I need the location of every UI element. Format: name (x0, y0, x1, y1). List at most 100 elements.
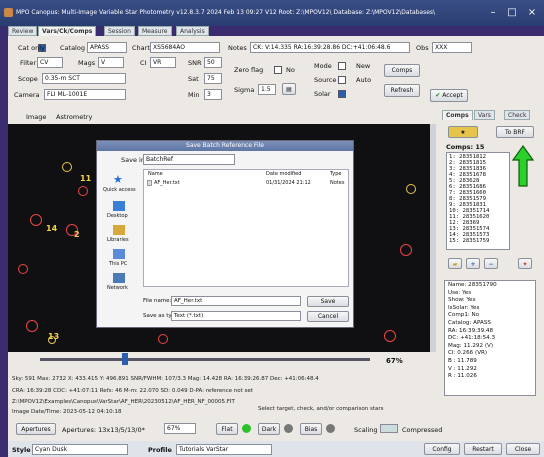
side-tab-check[interactable]: Check (504, 110, 531, 120)
sigma-apply-button[interactable]: ▤ (282, 83, 296, 95)
mags-select[interactable]: V (98, 57, 124, 68)
tab-measure[interactable]: Measure (138, 26, 172, 36)
camera-select[interactable]: FLI ML-1001E (44, 89, 126, 100)
libraries-icon[interactable] (113, 225, 125, 235)
star-marker[interactable] (62, 162, 72, 172)
scaling-toggle[interactable] (380, 424, 398, 433)
dark-button[interactable]: Dark (258, 423, 280, 435)
arrow-up-icon (511, 144, 535, 188)
info-line: Name: 28351790 (448, 282, 497, 288)
savetype-select[interactable]: Text (*.txt) (171, 311, 301, 321)
list-item[interactable]: 15: 28351759 (449, 238, 507, 244)
file-row-type[interactable]: Notes (330, 180, 344, 186)
col-name-header[interactable]: Name (148, 171, 163, 177)
maximize-button[interactable]: □ (505, 7, 519, 19)
save-in-select[interactable]: BatchRef (143, 154, 235, 165)
place-libraries[interactable]: Libraries (107, 237, 129, 243)
min-field[interactable]: 3 (204, 89, 222, 100)
star-marker[interactable] (18, 264, 28, 274)
comps-add-button[interactable]: ★ (448, 126, 478, 138)
flat-button-label: Flat (221, 426, 233, 433)
network-icon[interactable] (113, 273, 125, 283)
side-tab-vars[interactable]: Vars (474, 110, 495, 120)
refresh-button[interactable]: Refresh (384, 84, 420, 97)
tab-vars-ck-comps[interactable]: Vars/Ck/Comps (38, 26, 97, 36)
info-line: Catalog: APASS (448, 319, 491, 326)
accept-button[interactable]: ✔ Accept (430, 89, 468, 102)
col-type-header[interactable]: Type (330, 171, 341, 177)
file-list[interactable]: Name Date modified Type AF_Her.txt 01/31… (143, 169, 349, 287)
source-label: Source (314, 76, 337, 84)
zero-flag-label: Zero flag (234, 66, 264, 74)
comps-extra-button[interactable]: ✦ (518, 258, 532, 269)
comps-minus-button[interactable]: − (484, 258, 498, 269)
bias-button-label: Bias (304, 426, 318, 433)
zoom-slider-track[interactable] (40, 358, 370, 361)
star-marker[interactable] (26, 320, 38, 332)
comps-folder-button[interactable]: ▰ (448, 258, 462, 269)
dialog-save-button[interactable]: Save (307, 296, 349, 307)
desktop-icon[interactable] (113, 201, 125, 211)
subtab-astrometry[interactable]: Astrometry (56, 113, 92, 121)
status-line-1: Sky: 591 Max: 2732 X: 433.415 Y: 496.891… (12, 376, 319, 382)
cat-only-label: Cat only (18, 44, 45, 52)
apertures-button[interactable]: Apertures (16, 423, 56, 435)
this-pc-icon[interactable] (113, 249, 125, 259)
source-checkbox[interactable] (338, 76, 346, 84)
zoom-select[interactable]: 67% (164, 423, 196, 434)
tab-review[interactable]: Review (8, 26, 38, 36)
ci-label: CI (140, 59, 147, 67)
chart-field[interactable]: XS5684AO (150, 42, 220, 53)
notes-field[interactable]: CK: V:14.335 RA:16:39:28.86 DC:+41:06:48… (250, 42, 410, 53)
place-network[interactable]: Network (107, 285, 128, 291)
star-marker[interactable] (384, 330, 396, 342)
star-marker[interactable] (400, 244, 412, 256)
solar-checkbox[interactable] (338, 90, 346, 98)
ci-select[interactable]: VR (150, 57, 176, 68)
place-quick-access[interactable]: Quick access (103, 187, 136, 193)
profile-select[interactable]: Tutorials VarStar (176, 444, 272, 455)
file-icon (147, 180, 152, 186)
bias-button[interactable]: Bias (300, 423, 322, 435)
place-desktop[interactable]: Desktop (107, 213, 128, 219)
folder-icon: ▤ (286, 86, 292, 93)
snr-field[interactable]: 50 (204, 57, 222, 68)
star-marker[interactable] (406, 184, 416, 194)
col-date-header[interactable]: Date modified (266, 171, 301, 177)
place-this-pc[interactable]: This PC (109, 261, 127, 267)
title-bar: MPO Canopus: Multi-Image Variable Star P… (0, 0, 544, 26)
subtab-image[interactable]: Image (26, 113, 46, 121)
star-marker[interactable] (30, 214, 42, 226)
app-icon (4, 8, 13, 17)
mode-checkbox[interactable] (338, 62, 346, 70)
zoom-slider-thumb[interactable] (122, 353, 128, 365)
solar-label: Solar (314, 90, 331, 98)
comps-button[interactable]: Comps (384, 64, 420, 77)
star-marker[interactable] (158, 334, 168, 344)
sigma-field[interactable]: 1.5 (258, 84, 276, 95)
minimize-button[interactable]: – (486, 7, 500, 19)
comps-list[interactable]: 1: 28351812 2: 28351815 3: 28351836 4: 2… (446, 152, 510, 250)
sat-field[interactable]: 75 (204, 73, 222, 84)
style-select[interactable]: Cyan Dusk (32, 444, 128, 455)
side-tab-comps[interactable]: Comps (442, 110, 473, 120)
scope-select[interactable]: 0.35-m SCT (42, 73, 126, 84)
comps-count-title: Comps: 15 (446, 143, 485, 151)
zero-flag-checkbox[interactable] (274, 66, 282, 74)
obs-field[interactable]: XXX (432, 42, 472, 53)
file-row-name[interactable]: AF_Her.txt (154, 180, 180, 186)
dialog-cancel-button[interactable]: Cancel (307, 311, 349, 322)
filter-select[interactable]: CV (37, 57, 63, 68)
close-window-button[interactable]: × (525, 7, 539, 19)
quick-access-icon[interactable]: ★ (113, 173, 125, 186)
tab-analysis[interactable]: Analysis (176, 26, 209, 36)
file-row-date[interactable]: 01/31/2024 21:12 (266, 180, 311, 186)
flat-button[interactable]: Flat (216, 423, 238, 435)
star-marker[interactable] (78, 186, 88, 196)
catalog-select[interactable]: APASS (87, 42, 127, 53)
tab-session[interactable]: Session (104, 26, 135, 36)
min-label: Min (188, 91, 200, 99)
to-brf-button[interactable]: To BRF (496, 126, 534, 138)
comps-plus-button[interactable]: + (466, 258, 480, 269)
filename-field[interactable]: AF_Her.txt (171, 296, 301, 306)
